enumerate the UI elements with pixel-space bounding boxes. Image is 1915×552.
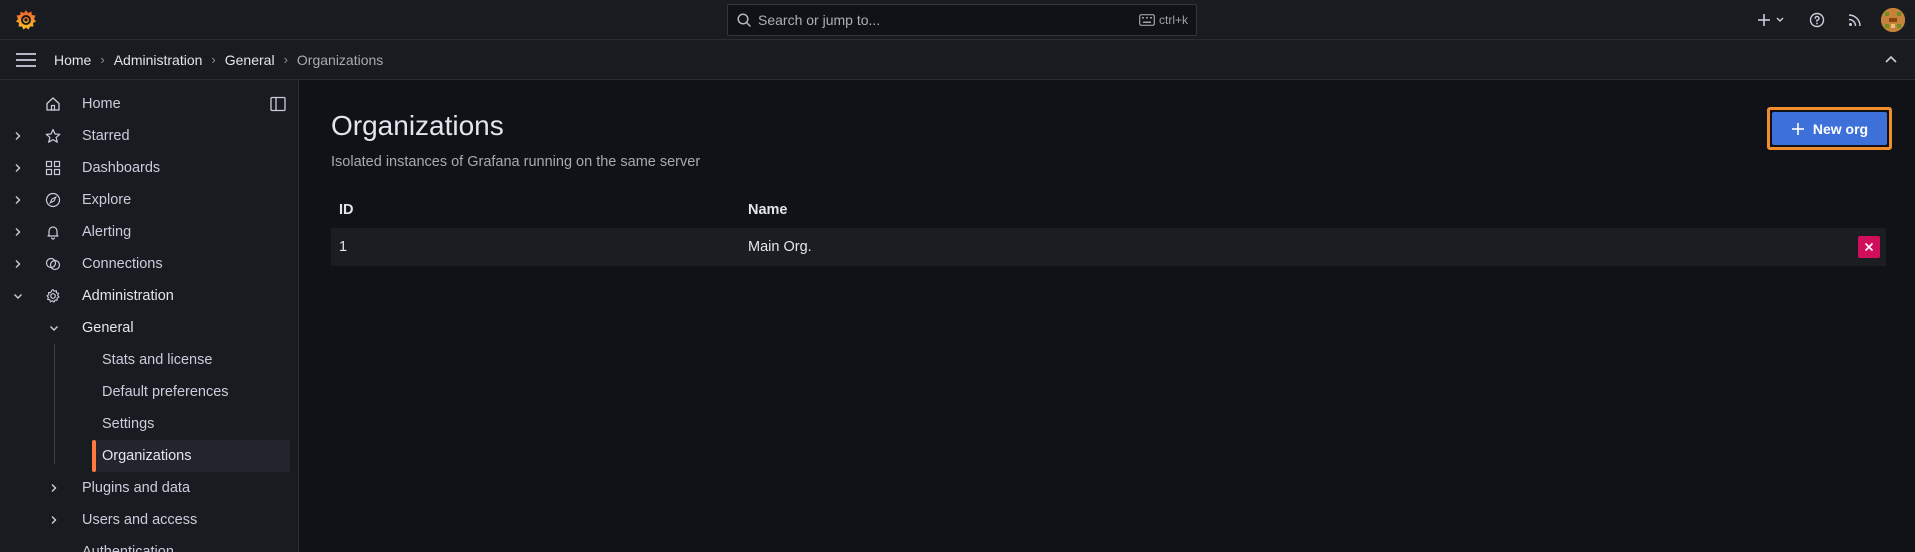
page-subtitle: Isolated instances of Grafana running on…: [331, 154, 701, 170]
sidebar-item-administration[interactable]: Administration: [0, 280, 298, 312]
compass-icon: [45, 192, 61, 208]
sidebar-item-label: Plugins and data: [82, 480, 191, 496]
top-bar: Search or jump to... ctrl+k: [0, 0, 1915, 40]
chevron-right-icon: ›: [211, 52, 216, 67]
keyboard-icon: [1139, 14, 1155, 26]
chevron-down-icon[interactable]: [48, 322, 60, 334]
sidebar-item-label: Authentication: [82, 544, 174, 552]
home-icon: [45, 96, 61, 112]
sidebar-item-settings[interactable]: Settings: [0, 408, 298, 440]
rss-icon[interactable]: [1843, 8, 1867, 32]
chevron-up-icon[interactable]: [1883, 52, 1899, 68]
sidebar-item-label: Administration: [82, 288, 174, 304]
chevron-down-icon[interactable]: [12, 290, 24, 302]
delete-org-button[interactable]: [1858, 236, 1880, 258]
sidebar-item-label: Users and access: [82, 512, 198, 528]
sidebar-item-label: Connections: [82, 256, 163, 272]
add-menu-button[interactable]: [1757, 8, 1791, 32]
new-org-label: New org: [1812, 120, 1869, 137]
column-header-id: ID: [339, 202, 354, 218]
chevron-right-icon[interactable]: [48, 482, 60, 494]
connections-icon: [45, 256, 61, 272]
breadcrumb-general[interactable]: General: [225, 52, 275, 68]
menu-icon[interactable]: [15, 52, 37, 68]
close-icon: [1864, 242, 1874, 252]
plus-icon: [1758, 14, 1770, 26]
sidebar-item-starred[interactable]: Starred: [0, 120, 298, 152]
page-title: Organizations: [331, 110, 504, 141]
cell-id[interactable]: 1: [339, 239, 347, 255]
bell-icon: [45, 224, 61, 240]
help-icon[interactable]: [1805, 8, 1829, 32]
sidebar-item-label: General: [82, 320, 134, 336]
sidebar-item-label: Stats and license: [102, 352, 213, 368]
breadcrumb: Home › Administration › General › Organi…: [54, 52, 383, 68]
chevron-right-icon[interactable]: [12, 194, 24, 206]
sidebar-item-dashboards[interactable]: Dashboards: [0, 152, 298, 184]
sidebar-item-users-and-access[interactable]: Users and access: [0, 504, 298, 536]
user-avatar[interactable]: [1881, 8, 1905, 32]
sidebar-item-label: Settings: [102, 416, 155, 432]
chevron-right-icon[interactable]: [48, 514, 60, 526]
sidebar-item-connections[interactable]: Connections: [0, 248, 298, 280]
new-org-button[interactable]: New org: [1772, 112, 1887, 145]
main-content: Organizations Isolated instances of Graf…: [300, 80, 1915, 552]
sidebar: Home Starred Dashboards Explore Alerting: [0, 80, 299, 552]
sidebar-item-home[interactable]: Home: [0, 88, 298, 120]
sidebar-item-label: Default preferences: [102, 384, 229, 400]
breadcrumb-home[interactable]: Home: [54, 52, 91, 68]
search-input[interactable]: Search or jump to... ctrl+k: [727, 4, 1197, 36]
chevron-right-icon: ›: [283, 52, 288, 67]
breadcrumb-administration[interactable]: Administration: [114, 52, 203, 68]
sidebar-item-general[interactable]: General: [0, 312, 298, 344]
table-header: ID Name: [331, 192, 1886, 228]
avatar: [1881, 8, 1905, 32]
sidebar-item-plugins-and-data[interactable]: Plugins and data: [0, 472, 298, 504]
cog-icon: [45, 288, 61, 304]
chevron-right-icon[interactable]: [12, 226, 24, 238]
breadcrumb-bar: Home › Administration › General › Organi…: [0, 40, 1915, 80]
search-placeholder: Search or jump to...: [758, 12, 881, 28]
apps-icon: [45, 160, 61, 176]
chevron-right-icon[interactable]: [12, 162, 24, 174]
star-icon: [45, 128, 61, 144]
chevron-right-icon[interactable]: [12, 258, 24, 270]
chevron-right-icon[interactable]: [12, 130, 24, 142]
sidebar-item-label: Dashboards: [82, 160, 161, 176]
sidebar-item-organizations[interactable]: Organizations: [0, 440, 298, 472]
sidebar-item-default-preferences[interactable]: Default preferences: [0, 376, 298, 408]
search-icon: [736, 12, 752, 28]
sidebar-item-stats-and-license[interactable]: Stats and license: [0, 344, 298, 376]
column-header-name: Name: [748, 202, 788, 218]
sidebar-item-label: Starred: [82, 128, 130, 144]
table-row[interactable]: 1 Main Org.: [331, 228, 1886, 266]
keyboard-shortcut: ctrl+k: [1139, 13, 1188, 27]
chevron-down-icon: [1776, 17, 1784, 22]
shortcut-label: ctrl+k: [1158, 13, 1188, 27]
sidebar-item-explore[interactable]: Explore: [0, 184, 298, 216]
chevron-right-icon: ›: [100, 52, 105, 67]
cell-name[interactable]: Main Org.: [748, 239, 812, 255]
breadcrumb-organizations: Organizations: [296, 51, 384, 68]
plus-icon: [1791, 122, 1804, 135]
sidebar-item-label: Alerting: [82, 224, 132, 240]
sidebar-item-authentication[interactable]: Authentication: [0, 536, 298, 552]
organizations-table: ID Name 1 Main Org.: [331, 192, 1886, 266]
sidebar-item-label: Explore: [82, 192, 132, 208]
sidebar-item-alerting[interactable]: Alerting: [0, 216, 298, 248]
sidebar-item-label: Organizations: [102, 448, 192, 464]
sidebar-item-label: Home: [82, 96, 121, 112]
grafana-logo-icon[interactable]: [14, 8, 38, 32]
